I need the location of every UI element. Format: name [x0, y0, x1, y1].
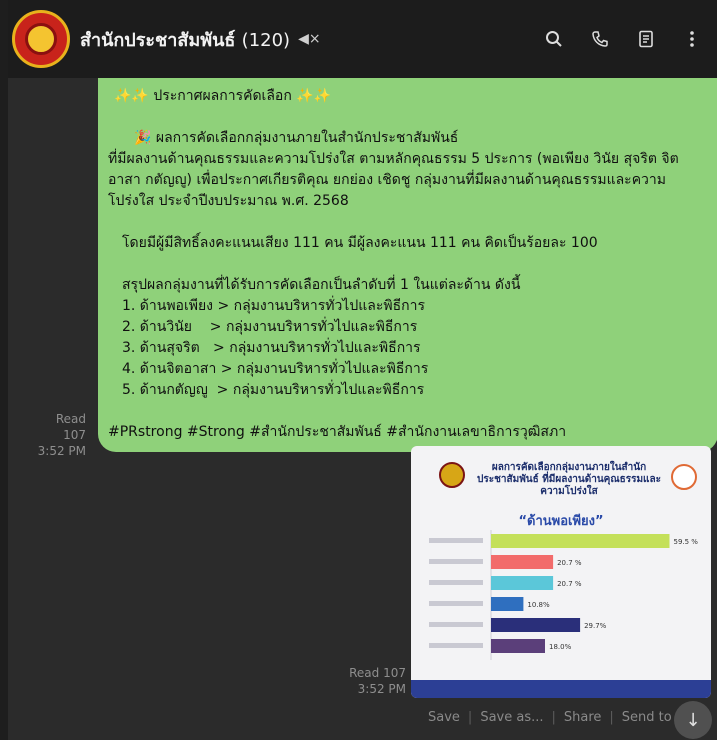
pr-logo-icon	[671, 464, 697, 490]
text-message-bubble[interactable]: ✨✨ ประกาศผลการคัดเลือก ✨✨ 🎉 ผลการคัดเลือ…	[98, 78, 717, 452]
result-item: 1. ด้านพอเพียง > กลุ่มงานบริหารทั่วไปและ…	[122, 298, 425, 314]
bar-value-label: 29.7%	[584, 622, 607, 630]
read-count: Read 107	[349, 666, 406, 680]
bar-value-label: 59.5 %	[674, 538, 699, 546]
group-name: สำนักประชาสัมพันธ์	[80, 29, 236, 51]
result-item: 2. ด้านวินัย > กลุ่มงานบริหารทั่วไปและพิ…	[122, 319, 418, 335]
divider: |	[551, 710, 556, 725]
bar	[491, 618, 581, 632]
share-link[interactable]: Share	[564, 710, 602, 725]
bar	[491, 534, 670, 548]
message-time: 3:52 PM	[357, 682, 406, 696]
image-heading: “ด้านพอเพียง”	[518, 514, 604, 529]
save-as-link[interactable]: Save as...	[480, 710, 543, 725]
image-title: ผลการคัดเลือกกลุ่มงานภายในสำนักประชาสัมพ…	[477, 462, 661, 497]
result-item: 3. ด้านสุจริต > กลุ่มงานบริหารทั่วไปและพ…	[122, 340, 421, 356]
message-headline: ✨✨ ประกาศผลการคัดเลือก ✨✨	[114, 88, 332, 104]
bar-value-label: 18.0%	[549, 643, 572, 651]
document-icon[interactable]	[635, 28, 657, 50]
result-item: 5. ด้านกตัญญู > กลุ่มงานบริหารทั่วไปและพ…	[122, 382, 425, 398]
read-receipt: Read 107 3:52 PM	[338, 665, 406, 697]
bar-category-label	[429, 601, 483, 606]
image-actions: Save | Save as... | Share | Send to Keep	[428, 710, 708, 725]
bar-category-label	[429, 580, 483, 585]
bar-category-label	[429, 538, 483, 543]
chat-title[interactable]: สำนักประชาสัมพันธ์ (120)	[80, 25, 290, 54]
bar-category-label	[429, 559, 483, 564]
bar	[491, 639, 545, 653]
chat-area[interactable]: ✨✨ ประกาศผลการคัดเลือก ✨✨ 🎉 ผลการคัดเลือ…	[8, 78, 717, 740]
bar	[491, 597, 524, 611]
message-body: ที่มีผลงานด้านคุณธรรมและความโปร่งใส ตามห…	[108, 151, 679, 209]
arrow-down-icon: ↓	[685, 709, 701, 731]
save-link[interactable]: Save	[428, 710, 460, 725]
search-icon[interactable]	[543, 28, 565, 50]
bar	[491, 555, 554, 569]
message-subtitle: 🎉 ผลการคัดเลือกกลุ่มงานภายในสำนักประชาสั…	[134, 130, 459, 146]
message-result-intro: สรุปผลกลุ่มงานที่ได้รับการคัดเลือกเป็นลำ…	[122, 277, 521, 293]
message-time: 3:52 PM	[37, 444, 86, 458]
message-vote-summary: โดยมีผู้มีสิทธิ์ลงคะแนนเสียง 111 คน มีผู…	[122, 235, 598, 251]
bar-value-label: 20.7 %	[557, 559, 582, 567]
image-footer	[411, 680, 711, 698]
more-vertical-icon[interactable]	[681, 28, 703, 50]
divider: |	[609, 710, 614, 725]
chat-header: สำนักประชาสัมพันธ์ (120) ◀×	[8, 0, 717, 78]
image-message[interactable]: ผลการคัดเลือกกลุ่มงานภายในสำนักประชาสัมพ…	[411, 446, 711, 698]
message-hashtags: #PRstrong #Strong #สำนักประชาสัมพันธ์ #ส…	[108, 424, 567, 440]
divider: |	[467, 710, 473, 725]
speaker-muted-icon: ◀×	[298, 31, 321, 47]
phone-icon[interactable]	[589, 28, 611, 50]
bar-category-label	[429, 643, 483, 648]
result-bar-chart: 59.5 % 20.7 % 20.7 % 10.8% 29.7% 18.0%	[429, 530, 699, 660]
result-item: 4. ด้านจิตอาสา > กลุ่มงานบริหารทั่วไปและ…	[122, 361, 429, 377]
read-count: Read 107	[55, 412, 86, 442]
emblem-icon	[439, 462, 465, 488]
group-avatar[interactable]	[12, 10, 70, 68]
bar-value-label: 20.7 %	[557, 580, 582, 588]
emblem-icon	[25, 23, 57, 55]
bar-value-label: 10.8%	[527, 601, 550, 609]
member-count: (120)	[241, 29, 291, 51]
bar	[491, 576, 554, 590]
bar-category-label	[429, 622, 483, 627]
scroll-down-button[interactable]: ↓	[674, 701, 712, 739]
read-receipt: Read 107 3:52 PM	[32, 411, 86, 459]
